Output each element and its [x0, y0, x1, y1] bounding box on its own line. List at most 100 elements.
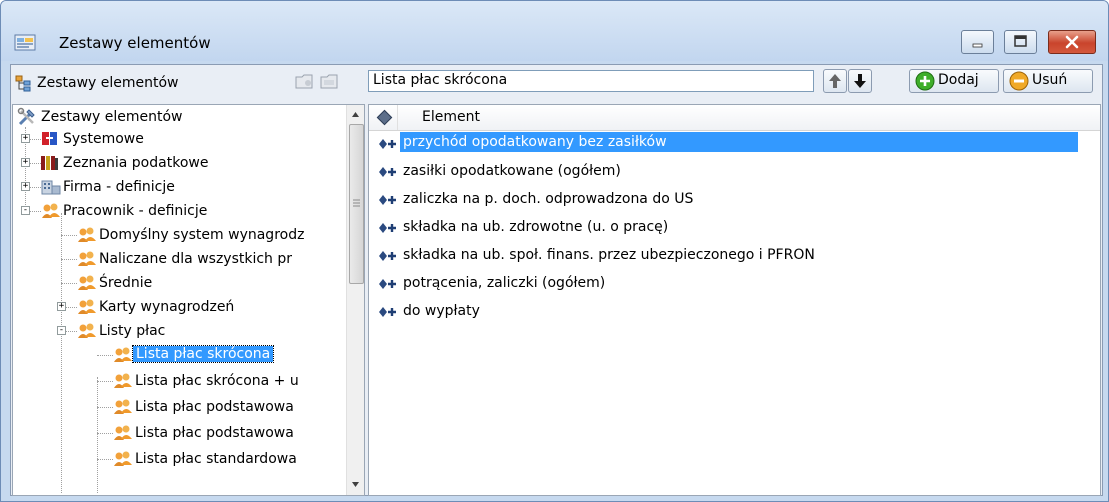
remove-button[interactable]: Usuń	[1003, 69, 1093, 93]
tree-item-label: Systemowe	[63, 131, 144, 147]
tree-view[interactable]: Zestawy elementów + Systemowe + Zeznania…	[12, 104, 365, 496]
tree-item[interactable]: - Pracownik - definicje	[13, 201, 343, 223]
minimize-button[interactable]	[961, 30, 994, 54]
scroll-up-icon[interactable]	[347, 106, 364, 123]
tree-item[interactable]: + Firma - definicje	[13, 177, 343, 199]
minimize-icon	[972, 43, 983, 48]
list-item[interactable]: składka na ub. społ. finans. przez ubezp…	[369, 243, 1100, 269]
list-item-label: do wypłaty	[403, 303, 480, 319]
list-item[interactable]: składka na ub. zdrowotne (u. o pracę)	[369, 215, 1100, 241]
list-header: Element	[369, 105, 1100, 131]
title-bar[interactable]: Zestawy elementów	[1, 1, 1108, 61]
system-icon	[42, 132, 57, 145]
sort-diamond-icon	[376, 109, 393, 126]
plus-circle-icon	[915, 71, 935, 91]
tree-item-label: Lista płac skrócona + u	[135, 373, 299, 389]
set-name-field[interactable]: Lista płac skrócona	[368, 70, 814, 92]
people-icon	[114, 425, 132, 440]
tree-item[interactable]: Lista płac skrócona + u	[85, 371, 347, 393]
element-icon	[379, 279, 396, 289]
tree-item[interactable]: + Systemowe	[13, 129, 343, 151]
tree-item-label: Firma - definicje	[63, 179, 175, 195]
scroll-down-icon[interactable]	[347, 476, 364, 493]
tree-structure-icon	[15, 75, 31, 92]
tree-item-label: Listy płac	[99, 323, 166, 339]
new-folder-icon[interactable]	[295, 72, 315, 90]
element-list[interactable]: Element przychód opodatkowany bez zasiłk…	[368, 104, 1101, 496]
tree-item[interactable]: Średnie	[49, 273, 345, 295]
tree-item-label: Lista płac skrócona	[131, 345, 275, 363]
element-icon	[379, 139, 396, 149]
move-down-button[interactable]	[848, 69, 872, 93]
expand-icon[interactable]: +	[21, 134, 30, 143]
collapse-icon[interactable]: -	[21, 206, 30, 215]
scroll-thumb[interactable]	[349, 124, 364, 284]
tree-item-label: Lista płac podstawowa	[135, 399, 294, 415]
list-item-label: składka na ub. społ. finans. przez ubezp…	[403, 247, 815, 263]
collapse-icon[interactable]: -	[57, 326, 66, 335]
window: Zestawy elementów Zestawy elementów List…	[0, 0, 1109, 502]
tree-item[interactable]: + Zeznania podatkowe	[13, 153, 343, 175]
add-button[interactable]: Dodaj	[909, 69, 999, 93]
list-item-label: przychód opodatkowany bez zasiłków	[400, 132, 1078, 152]
tree-item-selected[interactable]: Lista płac skrócona	[85, 345, 347, 367]
minus-circle-icon	[1009, 71, 1029, 91]
expand-icon[interactable]: +	[57, 302, 66, 311]
tree-item[interactable]: Domyślny system wynagrodz	[49, 225, 345, 247]
tree-item[interactable]: Lista płac podstawowa	[85, 397, 347, 419]
list-item[interactable]: potrącenia, zaliczki (ogółem)	[369, 271, 1100, 297]
client-area: Zestawy elementów Lista płac skrócona Do…	[10, 64, 1103, 496]
people-icon	[78, 299, 96, 314]
app-icon	[14, 34, 36, 51]
people-icon	[114, 347, 132, 362]
element-icon	[379, 307, 396, 317]
people-icon	[78, 323, 96, 338]
tree-item-label: Naliczane dla wszystkich pr	[99, 251, 293, 267]
list-item-label: zaliczka na p. doch. odprowadzona do US	[403, 191, 694, 207]
column-header-element[interactable]: Element	[422, 109, 480, 125]
list-item[interactable]: zaliczka na p. doch. odprowadzona do US	[369, 187, 1100, 213]
people-icon	[114, 373, 132, 388]
folder-icon[interactable]	[320, 72, 340, 90]
list-item[interactable]: przychód opodatkowany bez zasiłków	[369, 131, 1100, 157]
list-item[interactable]: do wypłaty	[369, 299, 1100, 325]
list-item[interactable]: zasiłki opodatkowane (ogółem)	[369, 159, 1100, 185]
element-icon	[379, 251, 396, 261]
tree-toolbar-label: Zestawy elementów	[37, 75, 179, 91]
close-icon	[1065, 35, 1079, 49]
arrow-up-icon	[829, 74, 841, 88]
remove-button-label: Usuń	[1032, 72, 1068, 88]
arrow-down-icon	[854, 74, 866, 88]
people-icon	[78, 251, 96, 266]
tree-item[interactable]: + Karty wynagrodzeń	[49, 297, 345, 319]
close-button[interactable]	[1048, 30, 1096, 54]
element-icon	[379, 223, 396, 233]
tree-item[interactable]: - Listy płac	[49, 321, 345, 343]
maximize-button[interactable]	[1004, 30, 1037, 54]
tools-icon	[17, 107, 35, 126]
list-item-label: potrącenia, zaliczki (ogółem)	[403, 275, 606, 291]
tree-item-label: Średnie	[99, 275, 153, 291]
list-item-label: składka na ub. zdrowotne (u. o pracę)	[403, 219, 669, 235]
expand-icon[interactable]: +	[21, 182, 30, 191]
add-button-label: Dodaj	[938, 72, 979, 88]
tree-item[interactable]: Lista płac podstawowa	[85, 423, 347, 445]
set-name-value: Lista płac skrócona	[373, 72, 508, 88]
tree-item[interactable]: Naliczane dla wszystkich pr	[49, 249, 345, 271]
window-title: Zestawy elementów	[59, 34, 211, 52]
expand-icon[interactable]: +	[21, 158, 30, 167]
tree-scrollbar[interactable]	[346, 105, 364, 495]
tree-root-label: Zestawy elementów	[41, 109, 183, 125]
tree-item-label: Karty wynagrodzeń	[99, 299, 235, 315]
people-icon	[78, 227, 96, 242]
tree-item[interactable]: Lista płac standardowa	[85, 449, 347, 471]
people-icon	[114, 451, 132, 466]
tree-item-label: Lista płac standardowa	[135, 451, 297, 467]
element-icon	[379, 195, 396, 205]
people-icon	[42, 203, 60, 218]
move-up-button[interactable]	[823, 69, 847, 93]
tree-item-label: Domyślny system wynagrodz	[99, 227, 305, 243]
tree-item-label: Pracownik - definicje	[63, 203, 208, 219]
maximize-icon	[1014, 35, 1027, 47]
people-icon	[78, 275, 96, 290]
